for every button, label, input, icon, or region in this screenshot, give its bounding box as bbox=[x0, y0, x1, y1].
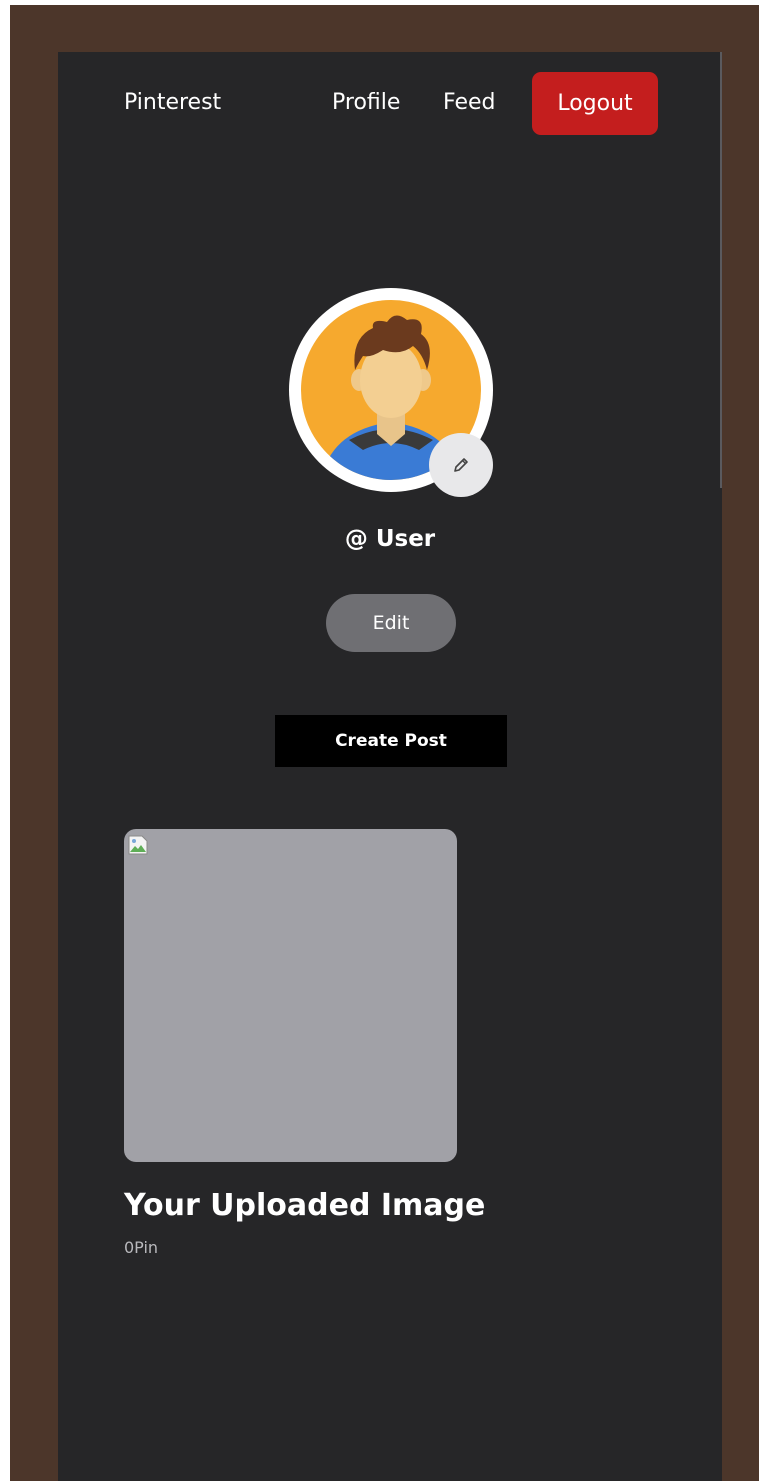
app-container: Pinterest Profile Feed Logout @ User Edi… bbox=[58, 52, 722, 1481]
nav-feed-link[interactable]: Feed bbox=[443, 90, 496, 115]
edit-profile-button[interactable]: Edit bbox=[326, 594, 456, 652]
post-title: Your Uploaded Image bbox=[124, 1188, 486, 1223]
edit-avatar-button[interactable] bbox=[429, 433, 493, 497]
logout-button[interactable]: Logout bbox=[532, 72, 658, 135]
brand-logo[interactable]: Pinterest bbox=[124, 90, 221, 115]
post-image[interactable] bbox=[124, 829, 457, 1162]
scrollbar[interactable] bbox=[720, 52, 722, 488]
pencil-icon bbox=[454, 458, 468, 472]
nav-profile-link[interactable]: Profile bbox=[332, 90, 400, 115]
broken-image-icon bbox=[128, 835, 148, 855]
username: @ User bbox=[344, 526, 436, 552]
create-post-button[interactable]: Create Post bbox=[275, 715, 507, 767]
post-pin-count: 0Pin bbox=[124, 1238, 159, 1257]
